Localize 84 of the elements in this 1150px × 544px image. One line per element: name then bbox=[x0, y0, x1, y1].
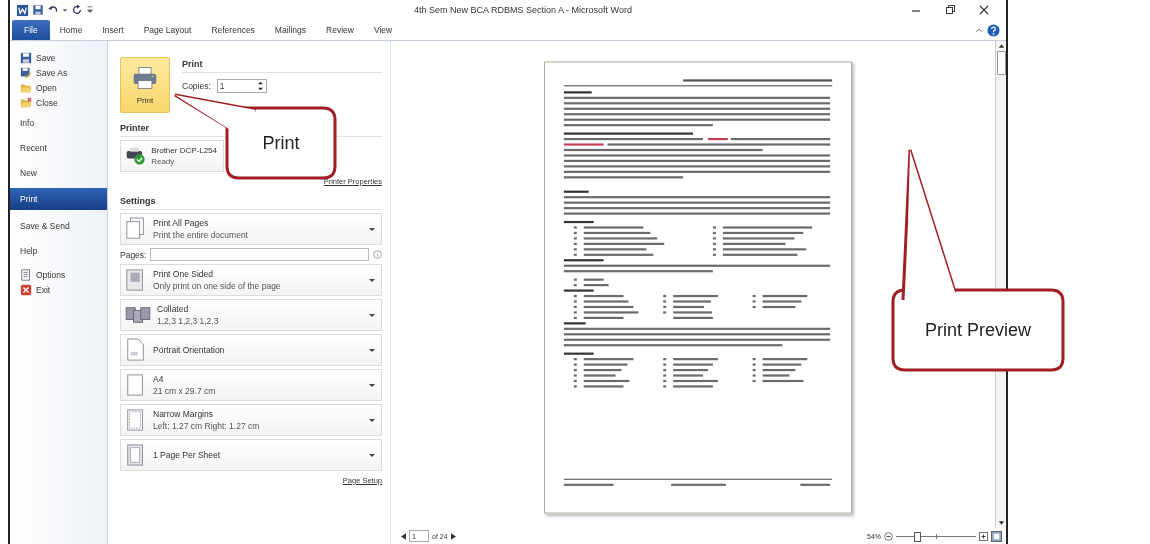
word-logo-icon[interactable] bbox=[16, 3, 29, 17]
settings-dropdown[interactable]: Print All Pages Print the entire document bbox=[120, 213, 382, 245]
dropdown-arrow-icon bbox=[369, 417, 375, 423]
zoom-in-icon[interactable] bbox=[979, 531, 988, 541]
command-icon bbox=[20, 268, 32, 281]
dropdown-arrow-icon bbox=[369, 277, 375, 283]
help-icon[interactable] bbox=[987, 23, 1000, 37]
print-button[interactable]: Print bbox=[120, 57, 170, 113]
option-title: Narrow Margins bbox=[153, 409, 214, 419]
settings-dropdown[interactable]: Portrait Orientation bbox=[120, 334, 382, 366]
ribbon-tab[interactable]: Insert bbox=[92, 20, 134, 40]
page-icon bbox=[125, 305, 151, 325]
menu-command[interactable]: Options bbox=[10, 267, 107, 282]
printer-name: Brother DCP-L254 bbox=[151, 146, 217, 155]
next-page-icon[interactable] bbox=[450, 532, 456, 540]
dropdown-arrow-icon bbox=[369, 382, 375, 388]
ribbon-tab[interactable]: References bbox=[201, 20, 265, 40]
restore-icon[interactable] bbox=[944, 4, 956, 16]
ribbon-tab[interactable]: View bbox=[363, 20, 403, 40]
collapse-ribbon-icon[interactable] bbox=[975, 26, 983, 34]
option-description: Only print on one side of the page bbox=[153, 281, 282, 291]
page-icon bbox=[125, 338, 147, 362]
window-title: 4th Sem New BCA RDBMS Section A - Microsoft Word bbox=[413, 5, 633, 15]
backstage-tab[interactable]: New bbox=[10, 160, 107, 185]
menu-command[interactable]: Save As bbox=[10, 65, 107, 80]
settings-dropdown[interactable]: Narrow Margins Left: 1.27 cm Right: 1.27 cm bbox=[120, 404, 382, 436]
backstage-tab[interactable]: Save & Send bbox=[10, 213, 107, 238]
settings-dropdown[interactable]: Print One Sided Only print on one side of the page bbox=[120, 264, 382, 296]
scrollbar-thumb[interactable] bbox=[996, 51, 1006, 75]
option-title: Collated bbox=[157, 304, 190, 314]
copies-label: Copies: bbox=[182, 81, 211, 91]
option-title: 1 Page Per Sheet bbox=[153, 450, 222, 460]
menu-command[interactable]: Exit bbox=[10, 282, 107, 297]
page-icon bbox=[125, 217, 147, 241]
scroll-down-button[interactable] bbox=[996, 518, 1006, 528]
printer-icon bbox=[132, 65, 158, 90]
pages-field[interactable] bbox=[150, 248, 369, 261]
ribbon-tab[interactable]: Home bbox=[49, 20, 93, 40]
command-icon bbox=[20, 66, 32, 79]
printer-status: Ready bbox=[151, 157, 176, 166]
backstage-tab[interactable]: Recent bbox=[10, 135, 107, 160]
pages-label: Pages: bbox=[120, 249, 147, 260]
command-icon bbox=[20, 96, 32, 109]
dropdown-arrow-icon bbox=[369, 226, 375, 232]
printer-dropdown[interactable]: Brother DCP-L254 Ready bbox=[120, 140, 224, 172]
close-icon[interactable] bbox=[978, 4, 990, 16]
option-description: Left: 1.27 cm Right: 1.27 cm bbox=[153, 421, 261, 431]
backstage-tab[interactable]: Info bbox=[10, 110, 107, 135]
previous-page-icon[interactable] bbox=[401, 532, 406, 540]
spinner-arrows-icon[interactable] bbox=[256, 80, 264, 92]
backstage-tab[interactable]: Help bbox=[10, 238, 107, 263]
ribbon-tab[interactable]: Mailings bbox=[264, 20, 317, 40]
repeat-icon[interactable] bbox=[71, 4, 83, 16]
ribbon-tab[interactable]: File bbox=[12, 20, 50, 40]
backstage-tab[interactable]: Print bbox=[10, 188, 107, 210]
ribbon-tab[interactable]: Page Layout bbox=[133, 20, 202, 40]
customize-icon[interactable] bbox=[86, 4, 94, 16]
dropdown-arrow-icon bbox=[369, 347, 375, 353]
section-heading: Settings bbox=[120, 196, 382, 210]
settings-dropdown[interactable]: 1 Page Per Sheet bbox=[120, 439, 382, 471]
dropdown-arrow-icon bbox=[369, 312, 375, 318]
option-description: 1,2,3 1,2,3 1,2,3 bbox=[157, 316, 220, 326]
printer-ready-icon bbox=[125, 146, 148, 166]
settings-dropdown[interactable]: A4 21 cm x 29.7 cm bbox=[120, 369, 382, 401]
settings-dropdown[interactable]: Collated 1,2,3 1,2,3 1,2,3 bbox=[120, 299, 382, 331]
copies-field[interactable]: 1 bbox=[216, 79, 267, 93]
option-description: 21 cm x 29.7 cm bbox=[153, 386, 217, 396]
option-title: Print All Pages bbox=[153, 218, 210, 228]
dropdown-arrow-icon bbox=[369, 452, 375, 458]
option-description: Print the entire document bbox=[153, 230, 249, 240]
command-icon bbox=[20, 51, 32, 64]
ribbon-tab[interactable]: Review bbox=[316, 20, 364, 40]
option-title: Print One Sided bbox=[153, 269, 214, 279]
command-icon bbox=[20, 283, 32, 296]
menu-command[interactable]: Close bbox=[10, 95, 107, 110]
option-title: A4 bbox=[153, 374, 165, 384]
section-heading: Print bbox=[182, 59, 382, 73]
zoom-to-page-icon[interactable] bbox=[991, 530, 1002, 542]
menu-command[interactable]: Open bbox=[10, 80, 107, 95]
callout-label: Print Preview bbox=[925, 319, 1031, 341]
save-icon[interactable] bbox=[32, 4, 44, 16]
option-title: Portrait Orientation bbox=[153, 345, 226, 355]
zoom-out-icon[interactable] bbox=[884, 531, 893, 541]
menu-command[interactable]: Save bbox=[10, 50, 107, 65]
